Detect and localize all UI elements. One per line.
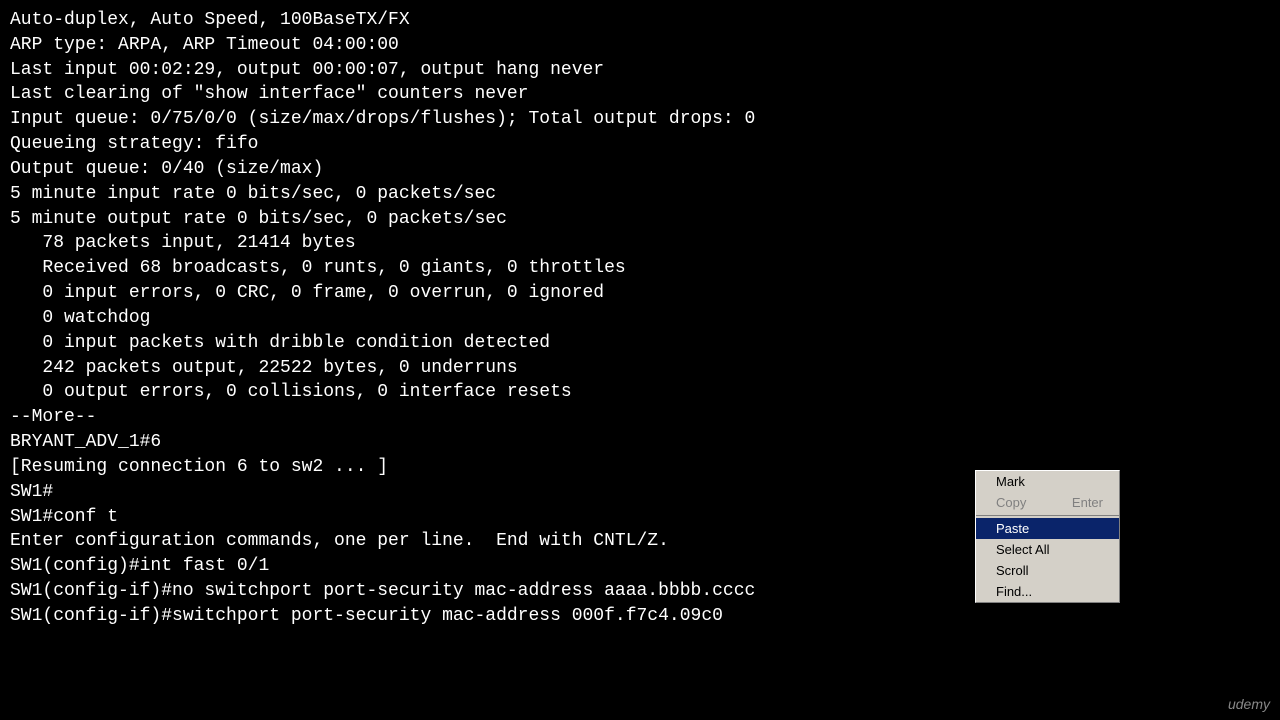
context-menu-item-paste[interactable]: Paste — [976, 518, 1119, 539]
terminal-output: Auto-duplex, Auto Speed, 100BaseTX/FXARP… — [0, 0, 1280, 720]
context-menu-item-find[interactable]: Find... — [976, 581, 1119, 602]
terminal-line: Auto-duplex, Auto Speed, 100BaseTX/FX — [10, 8, 1270, 33]
menu-item-label: Find... — [996, 584, 1032, 599]
terminal-line: Input queue: 0/75/0/0 (size/max/drops/fl… — [10, 107, 1270, 132]
terminal-line: 0 output errors, 0 collisions, 0 interfa… — [10, 380, 1270, 405]
menu-item-label: Select All — [996, 542, 1049, 557]
terminal-line: SW1(config-if)#switchport port-security … — [10, 604, 1270, 629]
terminal-line: 5 minute output rate 0 bits/sec, 0 packe… — [10, 207, 1270, 232]
menu-item-label: Copy — [996, 495, 1026, 510]
menu-item-label: Mark — [996, 474, 1025, 489]
context-menu-item-copy: Copy Enter — [976, 492, 1119, 513]
context-menu-item-mark[interactable]: Mark — [976, 471, 1119, 492]
terminal-line: 78 packets input, 21414 bytes — [10, 231, 1270, 256]
menu-item-label: Scroll — [996, 563, 1029, 578]
terminal-line: Output queue: 0/40 (size/max) — [10, 157, 1270, 182]
terminal-line: Received 68 broadcasts, 0 runts, 0 giant… — [10, 256, 1270, 281]
terminal-line: Last clearing of "show interface" counte… — [10, 82, 1270, 107]
terminal-line: 0 input packets with dribble condition d… — [10, 331, 1270, 356]
terminal-line: BRYANT_ADV_1#6 — [10, 430, 1270, 455]
menu-item-label: Paste — [996, 521, 1029, 536]
menu-divider — [976, 515, 1119, 516]
terminal-line: --More-- — [10, 405, 1270, 430]
watermark: udemy — [1228, 696, 1270, 712]
terminal-line: 0 watchdog — [10, 306, 1270, 331]
context-menu-item-select-all[interactable]: Select All — [976, 539, 1119, 560]
context-menu-item-scroll[interactable]: Scroll — [976, 560, 1119, 581]
menu-item-shortcut: Enter — [1072, 495, 1103, 510]
terminal-line: 0 input errors, 0 CRC, 0 frame, 0 overru… — [10, 281, 1270, 306]
context-menu[interactable]: Mark Copy Enter Paste Select All Scroll Find..… — [975, 470, 1120, 603]
terminal-line: Queueing strategy: fifo — [10, 132, 1270, 157]
terminal-line: Last input 00:02:29, output 00:00:07, ou… — [10, 58, 1270, 83]
terminal-line: 5 minute input rate 0 bits/sec, 0 packet… — [10, 182, 1270, 207]
terminal-line: ARP type: ARPA, ARP Timeout 04:00:00 — [10, 33, 1270, 58]
terminal-line: 242 packets output, 22522 bytes, 0 under… — [10, 356, 1270, 381]
